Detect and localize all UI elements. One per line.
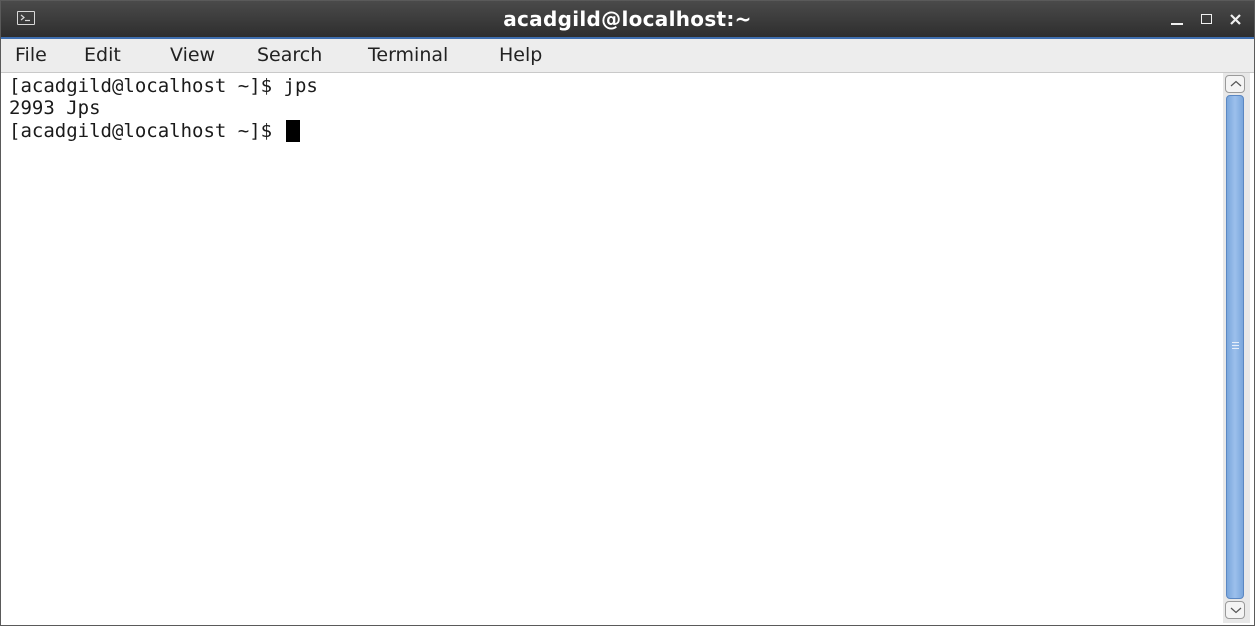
close-icon <box>1230 14 1241 25</box>
chevron-down-icon <box>1230 607 1242 614</box>
terminal-prompt: [acadgild@localhost ~]$ <box>9 120 284 142</box>
close-button[interactable] <box>1226 9 1246 29</box>
text-cursor <box>285 120 300 142</box>
menu-help[interactable]: Help <box>499 39 542 72</box>
menu-bar: File Edit View Search Terminal Help <box>1 39 1254 73</box>
scroll-up-button[interactable] <box>1225 75 1245 93</box>
menu-search[interactable]: Search <box>257 39 322 72</box>
title-bar[interactable]: acadgild@localhost:~ <box>1 1 1254 39</box>
grip-icon <box>1232 342 1239 351</box>
terminal-output[interactable]: [acadgild@localhost ~]$ jps 2993 Jps [ac… <box>7 73 1217 623</box>
scrollbar-thumb[interactable] <box>1226 95 1244 599</box>
maximize-icon <box>1201 14 1212 24</box>
menu-view[interactable]: View <box>170 39 215 72</box>
terminal-window: acadgild@localhost:~ File Edit View Sear… <box>0 0 1255 626</box>
chevron-up-icon <box>1230 80 1242 87</box>
maximize-button[interactable] <box>1197 9 1217 29</box>
menu-edit[interactable]: Edit <box>84 39 121 72</box>
terminal-line: 2993 Jps <box>9 97 101 119</box>
minimize-button[interactable] <box>1167 9 1187 29</box>
scroll-down-button[interactable] <box>1225 601 1245 619</box>
menu-terminal[interactable]: Terminal <box>368 39 448 72</box>
vertical-scrollbar[interactable] <box>1223 73 1250 623</box>
terminal-prompt-line[interactable]: [acadgild@localhost ~]$ <box>9 120 300 142</box>
terminal-line: [acadgild@localhost ~]$ jps <box>9 75 318 97</box>
window-title: acadgild@localhost:~ <box>503 7 752 31</box>
minimize-icon <box>1171 23 1183 25</box>
menu-file[interactable]: File <box>15 39 47 72</box>
